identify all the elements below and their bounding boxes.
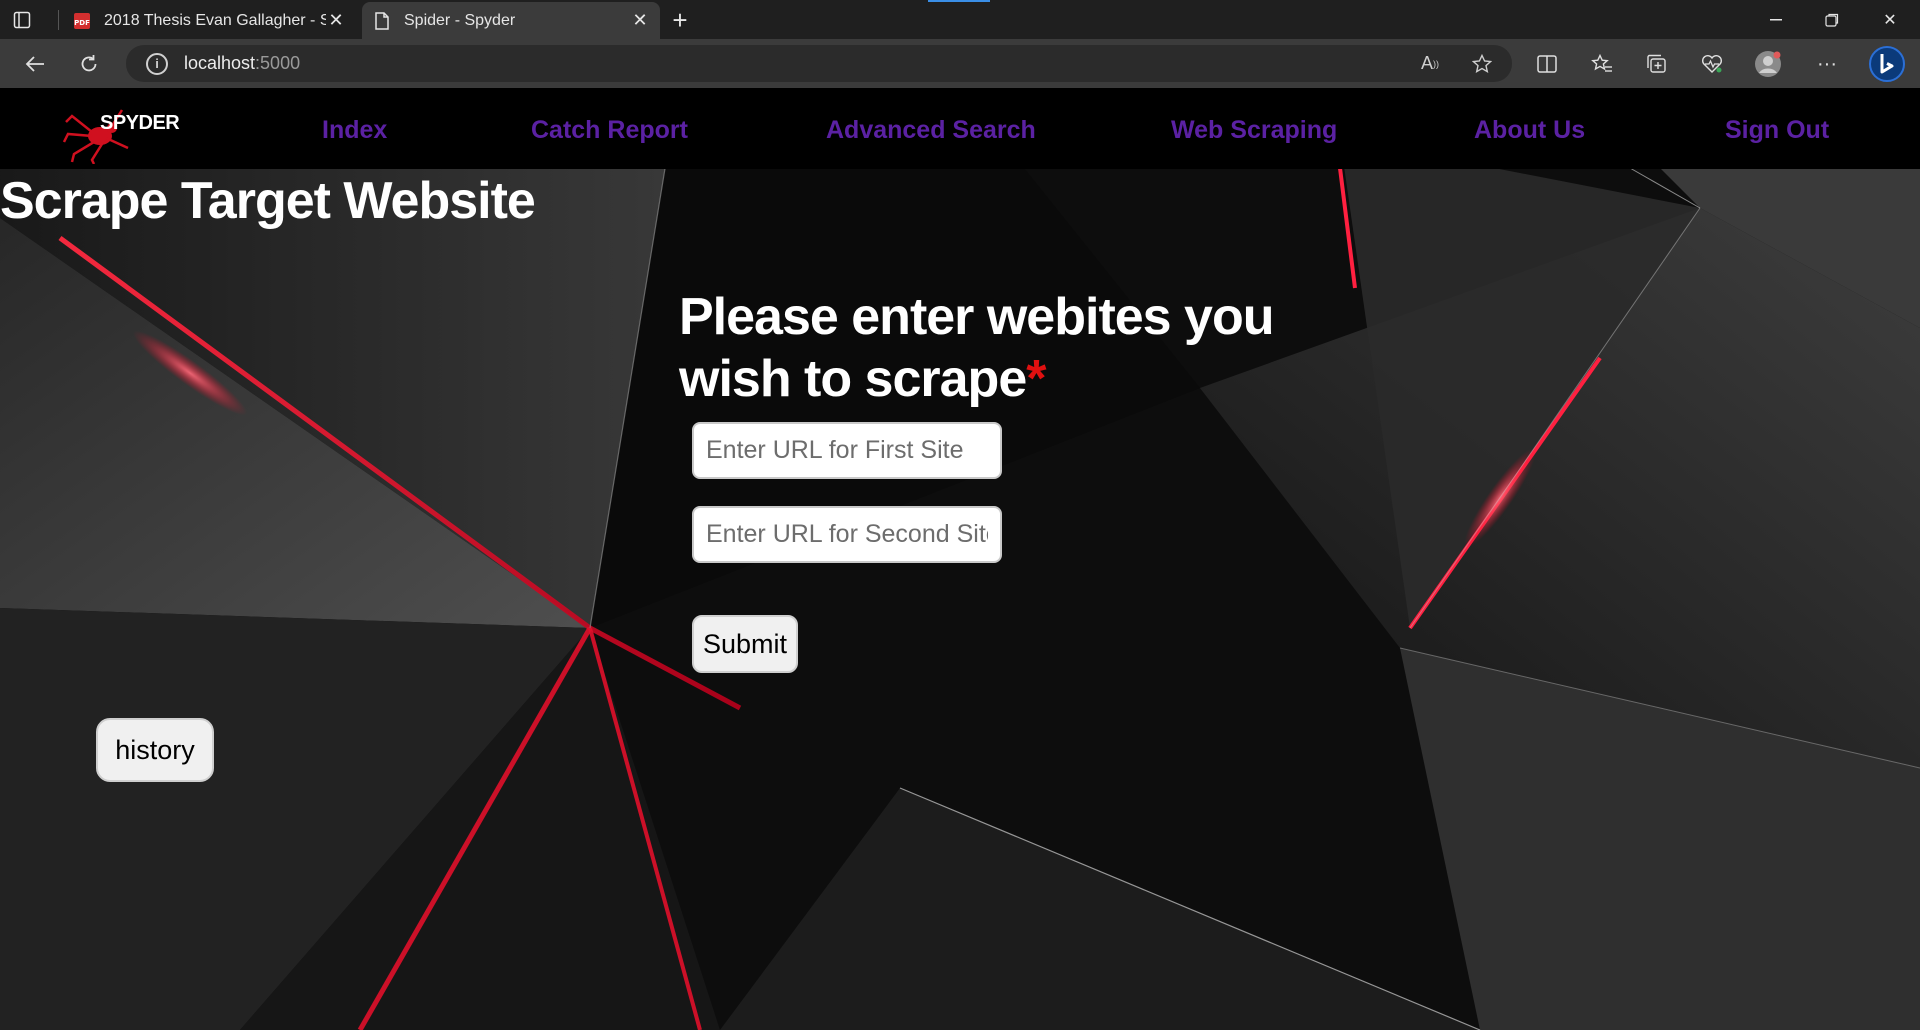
collections-icon[interactable] — [1640, 47, 1674, 81]
browser-toolbar: i localhost:5000 A)) ··· — [0, 39, 1920, 88]
close-icon[interactable]: ✕ — [630, 10, 650, 31]
form-heading-line1: Please enter webites you — [679, 288, 1275, 346]
logo-text: SPYDER — [100, 112, 180, 134]
tab-loading-indicator — [928, 0, 990, 2]
nav-catch-report[interactable]: Catch Report — [531, 116, 688, 145]
nav-web-scraping[interactable]: Web Scraping — [1171, 116, 1337, 145]
read-aloud-icon[interactable]: A)) — [1412, 45, 1448, 82]
restore-icon[interactable] — [1804, 0, 1860, 39]
url-host: localhost — [184, 53, 256, 73]
refresh-icon[interactable] — [72, 47, 106, 81]
web-page: SPYDER Index Catch Report Advanced Searc… — [0, 88, 1920, 1030]
back-arrow-icon[interactable] — [18, 47, 52, 81]
first-site-url-input[interactable] — [692, 422, 1002, 479]
nav-advanced-search[interactable]: Advanced Search — [826, 116, 1036, 145]
site-navbar: SPYDER Index Catch Report Advanced Searc… — [0, 88, 1920, 169]
site-info-icon[interactable]: i — [146, 52, 168, 75]
tab-title: 2018 Thesis Evan Gallagher - Scr — [104, 11, 326, 29]
bing-copilot-icon[interactable] — [1868, 46, 1906, 82]
browser-tab-strip: PDF 2018 Thesis Evan Gallagher - Scr ✕ S… — [0, 0, 1920, 39]
form-heading-line2-wrap: wish to scrape* — [679, 348, 1299, 410]
read-aloud-label: A — [1420, 53, 1433, 73]
tab-divider — [58, 10, 59, 30]
favorites-icon[interactable] — [1585, 47, 1619, 81]
history-button[interactable]: history — [96, 718, 214, 782]
nav-about-us[interactable]: About Us — [1474, 116, 1585, 145]
close-icon[interactable]: ✕ — [326, 10, 346, 31]
second-site-url-input[interactable] — [692, 506, 1002, 563]
url-port: :5000 — [255, 53, 301, 73]
svg-text:PDF: PDF — [74, 19, 90, 27]
nav-index[interactable]: Index — [322, 116, 387, 145]
submit-button[interactable]: Submit — [692, 615, 798, 673]
new-tab-plus-icon[interactable]: + — [664, 4, 696, 36]
tab-spider-spyder[interactable]: Spider - Spyder ✕ — [362, 2, 660, 39]
tab-actions-icon[interactable] — [0, 0, 44, 39]
page-icon — [372, 11, 392, 31]
minimize-icon[interactable] — [1748, 0, 1804, 39]
address-bar[interactable]: i localhost:5000 A)) — [126, 45, 1512, 82]
tab-thesis-pdf[interactable]: PDF 2018 Thesis Evan Gallagher - Scr ✕ — [62, 2, 356, 39]
more-options-icon[interactable]: ··· — [1810, 47, 1844, 81]
page-title: Scrape Target Website — [0, 172, 536, 230]
required-asterisk: * — [1026, 350, 1046, 408]
pdf-icon: PDF — [72, 11, 92, 31]
profile-avatar-icon[interactable] — [1751, 47, 1785, 81]
tab-title: Spider - Spyder — [404, 11, 516, 29]
form-heading: Please enter webites you wish to scrape* — [679, 286, 1299, 410]
form-heading-line2: wish to scrape — [679, 350, 1027, 408]
favorite-star-icon[interactable] — [1464, 45, 1500, 82]
browser-essentials-icon[interactable] — [1695, 47, 1729, 81]
split-screen-icon[interactable] — [1530, 47, 1564, 81]
nav-sign-out[interactable]: Sign Out — [1725, 116, 1829, 145]
window-close-icon[interactable]: ✕ — [1862, 0, 1918, 39]
